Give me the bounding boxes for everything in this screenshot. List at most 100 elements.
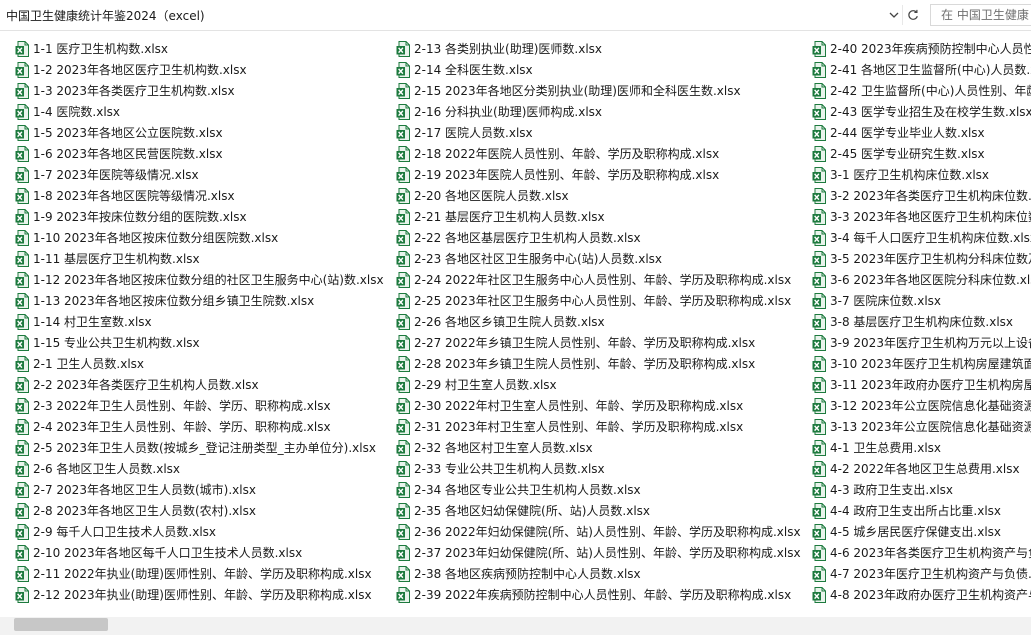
file-item[interactable]: 2-30 2022年村卫生室人员性别、年龄、学历及职称构成.xlsx (396, 395, 801, 416)
file-item[interactable]: 3-1 医疗卫生机构床位数.xlsx (812, 164, 1031, 185)
chevron-down-icon[interactable] (886, 6, 902, 24)
file-item[interactable]: 2-22 各地区基层医疗卫生机构人员数.xlsx (396, 227, 801, 248)
excel-file-icon (396, 82, 410, 99)
file-item[interactable]: 2-17 医院人员数.xlsx (396, 122, 801, 143)
file-name: 2-8 2023年各地区卫生人员数(农村).xlsx (33, 503, 256, 518)
file-item[interactable]: 3-8 基层医疗卫生机构床位数.xlsx (812, 311, 1031, 332)
search-box[interactable] (930, 4, 1031, 26)
file-name: 2-39 2022年疾病预防控制中心人员性别、年龄、学历及职称构成.xlsx (414, 587, 792, 602)
excel-file-icon (396, 166, 410, 183)
file-item[interactable]: 2-9 每千人口卫生技术人员数.xlsx (15, 521, 384, 542)
file-item[interactable]: 2-29 村卫生室人员数.xlsx (396, 374, 801, 395)
file-item[interactable]: 2-39 2022年疾病预防控制中心人员性别、年龄、学历及职称构成.xlsx (396, 584, 801, 605)
file-item[interactable]: 2-5 2023年卫生人员数(按城乡_登记注册类型_主办单位分).xlsx (15, 437, 384, 458)
file-item[interactable]: 3-6 2023年各地区医院分科床位数.xlsx (812, 269, 1031, 290)
file-item[interactable]: 1-1 医疗卫生机构数.xlsx (15, 38, 384, 59)
file-item[interactable]: 2-19 2023年医院人员性别、年龄、学历及职称构成.xlsx (396, 164, 801, 185)
file-item[interactable]: 2-3 2022年卫生人员性别、年龄、学历、职称构成.xlsx (15, 395, 384, 416)
excel-file-icon (15, 586, 29, 603)
file-item[interactable]: 2-23 各地区社区卫生服务中心(站)人员数.xlsx (396, 248, 801, 269)
file-item[interactable]: 1-11 基层医疗卫生机构数.xlsx (15, 248, 384, 269)
file-item[interactable]: 1-5 2023年各地区公立医院数.xlsx (15, 122, 384, 143)
excel-file-icon (15, 523, 29, 540)
file-item[interactable]: 2-21 基层医疗卫生机构人员数.xlsx (396, 206, 801, 227)
file-item[interactable]: 1-7 2023年医院等级情况.xlsx (15, 164, 384, 185)
file-item[interactable]: 2-36 2022年妇幼保健院(所、站)人员性别、年龄、学历及职称构成.xlsx (396, 521, 801, 542)
file-item[interactable]: 1-8 2023年各地区医院等级情况.xlsx (15, 185, 384, 206)
file-item[interactable]: 3-4 每千人口医疗卫生机构床位数.xlsx (812, 227, 1031, 248)
file-item[interactable]: 2-44 医学专业毕业人数.xlsx (812, 122, 1031, 143)
file-item[interactable]: 3-11 2023年政府办医疗卫生机构房屋 (812, 374, 1031, 395)
file-item[interactable]: 2-34 各地区专业公共卫生机构人员数.xlsx (396, 479, 801, 500)
search-input[interactable] (931, 5, 1031, 25)
file-item[interactable]: 1-2 2023年各地区医疗卫生机构数.xlsx (15, 59, 384, 80)
file-item[interactable]: 4-8 2023年政府办医疗卫生机构资产与 (812, 584, 1031, 605)
file-item[interactable]: 2-35 各地区妇幼保健院(所、站)人员数.xlsx (396, 500, 801, 521)
file-item[interactable]: 4-1 卫生总费用.xlsx (812, 437, 1031, 458)
file-item[interactable]: 1-10 2023年各地区按床位数分组医院数.xlsx (15, 227, 384, 248)
file-name: 3-10 2023年医疗卫生机构房屋建筑面 (830, 356, 1031, 371)
file-item[interactable]: 2-45 医学专业研究生数.xlsx (812, 143, 1031, 164)
file-item[interactable]: 3-3 2023年各地区医疗卫生机构床位数 (812, 206, 1031, 227)
file-item[interactable]: 2-4 2023年卫生人员性别、年龄、学历、职称构成.xlsx (15, 416, 384, 437)
file-item[interactable]: 4-3 政府卫生支出.xlsx (812, 479, 1031, 500)
file-item[interactable]: 2-43 医学专业招生及在校学生数.xlsx (812, 101, 1031, 122)
file-item[interactable]: 2-24 2022年社区卫生服务中心人员性别、年龄、学历及职称构成.xlsx (396, 269, 801, 290)
file-item[interactable]: 2-6 各地区卫生人员数.xlsx (15, 458, 384, 479)
file-item[interactable]: 3-2 2023年各类医疗卫生机构床位数.x (812, 185, 1031, 206)
file-item[interactable]: 3-12 2023年公立医院信息化基础资源 (812, 395, 1031, 416)
file-item[interactable]: 3-13 2023年公立医院信息化基础资源 (812, 416, 1031, 437)
folder-path[interactable]: 中国卫生健康统计年鉴2024（excel) (6, 7, 205, 24)
file-item[interactable]: 1-3 2023年各类医疗卫生机构数.xlsx (15, 80, 384, 101)
file-item[interactable]: 4-5 城乡居民医疗保健支出.xlsx (812, 521, 1031, 542)
file-item[interactable]: 2-1 卫生人员数.xlsx (15, 353, 384, 374)
file-item[interactable]: 2-14 全科医生数.xlsx (396, 59, 801, 80)
file-item[interactable]: 4-2 2022年各地区卫生总费用.xlsx (812, 458, 1031, 479)
file-item[interactable]: 2-11 2022年执业(助理)医师性别、年龄、学历及职称构成.xlsx (15, 563, 384, 584)
file-item[interactable]: 2-26 各地区乡镇卫生院人员数.xlsx (396, 311, 801, 332)
file-item[interactable]: 2-42 卫生监督所(中心)人员性别、年龄 (812, 80, 1031, 101)
file-item[interactable]: 2-20 各地区医院人员数.xlsx (396, 185, 801, 206)
file-item[interactable]: 3-9 2023年医疗卫生机构万元以上设备 (812, 332, 1031, 353)
file-item[interactable]: 3-7 医院床位数.xlsx (812, 290, 1031, 311)
excel-file-icon (812, 124, 826, 141)
file-item[interactable]: 2-32 各地区村卫生室人员数.xlsx (396, 437, 801, 458)
refresh-icon[interactable] (902, 5, 923, 25)
file-item[interactable]: 1-12 2023年各地区按床位数分组的社区卫生服务中心(站)数.xlsx (15, 269, 384, 290)
file-item[interactable]: 2-8 2023年各地区卫生人员数(农村).xlsx (15, 500, 384, 521)
file-item[interactable]: 1-4 医院数.xlsx (15, 101, 384, 122)
file-item[interactable]: 1-14 村卫生室数.xlsx (15, 311, 384, 332)
file-item[interactable]: 2-15 2023年各地区分类别执业(助理)医师和全科医生数.xlsx (396, 80, 801, 101)
file-item[interactable]: 4-7 2023年医疗卫生机构资产与负债.x (812, 563, 1031, 584)
file-name: 2-36 2022年妇幼保健院(所、站)人员性别、年龄、学历及职称构成.xlsx (414, 524, 801, 539)
scrollbar-thumb[interactable] (14, 618, 108, 631)
file-item[interactable]: 2-41 各地区卫生监督所(中心)人员数.x (812, 59, 1031, 80)
file-item[interactable]: 2-10 2023年各地区每千人口卫生技术人员数.xlsx (15, 542, 384, 563)
file-item[interactable]: 2-33 专业公共卫生机构人员数.xlsx (396, 458, 801, 479)
file-item[interactable]: 2-40 2023年疾病预防控制中心人员性 (812, 38, 1031, 59)
excel-file-icon (15, 502, 29, 519)
file-item[interactable]: 4-6 2023年各类医疗卫生机构资产与负 (812, 542, 1031, 563)
file-item[interactable]: 2-16 分科执业(助理)医师构成.xlsx (396, 101, 801, 122)
file-item[interactable]: 2-12 2023年执业(助理)医师性别、年龄、学历及职称构成.xlsx (15, 584, 384, 605)
file-item[interactable]: 3-10 2023年医疗卫生机构房屋建筑面 (812, 353, 1031, 374)
file-item[interactable]: 3-5 2023年医疗卫生机构分科床位数及 (812, 248, 1031, 269)
file-item[interactable]: 2-13 各类别执业(助理)医师数.xlsx (396, 38, 801, 59)
file-item[interactable]: 2-31 2023年村卫生室人员性别、年龄、学历及职称构成.xlsx (396, 416, 801, 437)
file-item[interactable]: 2-2 2023年各类医疗卫生机构人员数.xlsx (15, 374, 384, 395)
file-item[interactable]: 1-6 2023年各地区民营医院数.xlsx (15, 143, 384, 164)
file-item[interactable]: 2-37 2023年妇幼保健院(所、站)人员性别、年龄、学历及职称构成.xlsx (396, 542, 801, 563)
file-item[interactable]: 1-13 2023年各地区按床位数分组乡镇卫生院数.xlsx (15, 290, 384, 311)
file-item[interactable]: 2-27 2022年乡镇卫生院人员性别、年龄、学历及职称构成.xlsx (396, 332, 801, 353)
file-item[interactable]: 2-38 各地区疾病预防控制中心人员数.xlsx (396, 563, 801, 584)
file-item[interactable]: 2-7 2023年各地区卫生人员数(城市).xlsx (15, 479, 384, 500)
excel-file-icon (396, 40, 410, 57)
file-item[interactable]: 1-9 2023年按床位数分组的医院数.xlsx (15, 206, 384, 227)
file-item[interactable]: 4-4 政府卫生支出所占比重.xlsx (812, 500, 1031, 521)
file-item[interactable]: 1-15 专业公共卫生机构数.xlsx (15, 332, 384, 353)
file-item[interactable]: 2-25 2023年社区卫生服务中心人员性别、年龄、学历及职称构成.xlsx (396, 290, 801, 311)
file-item[interactable]: 2-18 2022年医院人员性别、年龄、学历及职称构成.xlsx (396, 143, 801, 164)
horizontal-scrollbar[interactable] (0, 617, 1031, 635)
excel-file-icon (812, 376, 826, 393)
file-item[interactable]: 2-28 2023年乡镇卫生院人员性别、年龄、学历及职称构成.xlsx (396, 353, 801, 374)
